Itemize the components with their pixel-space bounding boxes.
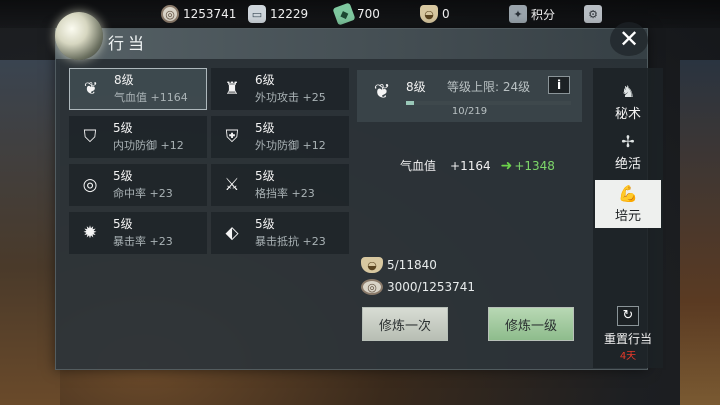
stat-level: 5级 xyxy=(255,121,275,135)
ingot-icon: ◒ xyxy=(420,5,438,23)
stat-level: 8级 xyxy=(114,73,134,87)
currency-bar: ◎ 1253741 ▭ 12229 ◆ 700 ◒ 0 ✦ 积分 ⚙ xyxy=(0,0,720,28)
side-tabs: ♞ 秘术 ✢ 绝活 💪 培元 ↻ 重置行当 4天 xyxy=(593,68,663,368)
jade-value: 700 xyxy=(357,7,380,21)
stat-cell-hp[interactable]: ❦ 8级 气血值 +1164 xyxy=(69,68,207,110)
tab-label: 绝活 xyxy=(614,156,641,172)
stat-cell-int-defense[interactable]: ⛉ 5级 内功防御 +12 xyxy=(69,116,207,158)
close-button[interactable]: ✕ xyxy=(610,22,648,56)
progress-bar xyxy=(406,101,571,105)
moon-emblem-icon xyxy=(55,12,103,60)
reset-profession-button[interactable]: ↻ 重置行当 4天 xyxy=(593,306,663,362)
reset-label: 重置行当 xyxy=(603,332,652,346)
target-icon: ◎ xyxy=(82,175,98,195)
silver-icon: ▭ xyxy=(248,5,266,23)
stat-value: 格挡率 +23 xyxy=(255,187,315,200)
progress-text: 10/219 xyxy=(451,106,488,117)
score-button[interactable]: ✦ 积分 xyxy=(509,4,555,24)
reset-days: 4天 xyxy=(619,351,637,362)
settings-button[interactable]: ⚙ xyxy=(584,4,606,24)
stat-cell-crit-rate[interactable]: ✹ 5级 暴击率 +23 xyxy=(69,212,207,254)
coins-value: 1253741 xyxy=(183,7,237,21)
tab-secret-arts[interactable]: ♞ 秘术 xyxy=(595,78,661,126)
stat-level: 5级 xyxy=(113,217,133,231)
background-right xyxy=(680,60,720,405)
coin-icon: ◎ xyxy=(361,279,383,295)
sword-tower-icon: ♜ xyxy=(224,79,240,99)
heart-lotus-icon: ❦ xyxy=(83,79,99,99)
refresh-icon: ↻ xyxy=(617,306,639,326)
silver-value: 12229 xyxy=(270,7,309,21)
coins-counter: ◎ 1253741 xyxy=(161,4,236,24)
ingot-value: 0 xyxy=(442,7,450,21)
train-once-button[interactable]: 修炼一次 xyxy=(362,307,448,341)
detail-header: ❦ 8级 等级上限: 24级 i 10/219 xyxy=(357,70,582,122)
stat-value: 暴击率 +23 xyxy=(113,235,173,248)
tab-cultivate[interactable]: 💪 培元 xyxy=(595,180,661,228)
stat-level: 5级 xyxy=(255,169,275,183)
cost-ingot-value: 5/11840 xyxy=(387,258,437,272)
panel-title: 行当 xyxy=(108,34,149,53)
broken-shield-icon: ⬖ xyxy=(225,223,239,243)
gain-next: +1348 xyxy=(514,158,555,173)
score-label: 积分 xyxy=(531,7,556,22)
shield-icon: ⛉ xyxy=(83,127,97,147)
detail-level: 8级 xyxy=(406,80,426,94)
cost-ingot: ◒ 5/11840 xyxy=(361,256,437,274)
cost-coins-value: 3000/1253741 xyxy=(387,280,476,294)
gear-icon: ⚙ xyxy=(584,5,602,23)
jade-counter: ◆ 700 xyxy=(332,2,380,26)
stat-cell-crit-resist[interactable]: ⬖ 5级 暴击抵抗 +23 xyxy=(211,212,349,254)
stat-value: 外功防御 +12 xyxy=(255,139,326,152)
detail-level-cap: 等级上限: 24级 xyxy=(447,80,531,94)
ingot-counter: ◒ 0 xyxy=(420,4,450,24)
arrow-right-icon: ➜ xyxy=(500,157,513,174)
stat-cell-ext-defense[interactable]: ⛨ 5级 外功防御 +12 xyxy=(211,116,349,158)
ingot-icon: ◒ xyxy=(361,257,383,273)
stat-value: 暴击抵抗 +23 xyxy=(255,235,326,248)
stat-value: 气血值 +1164 xyxy=(114,91,188,104)
jade-icon: ◆ xyxy=(332,2,356,26)
crossed-swords-icon: ⚔ xyxy=(224,175,240,195)
score-icon: ✦ xyxy=(509,5,527,23)
burst-icon: ✹ xyxy=(82,223,98,243)
progress-fill xyxy=(406,101,414,105)
coin-icon: ◎ xyxy=(161,5,179,23)
stat-cell-ext-attack[interactable]: ♜ 6级 外功攻击 +25 xyxy=(211,68,349,110)
gain-stat-name: 气血值 xyxy=(400,159,437,173)
tab-special-skills[interactable]: ✢ 绝活 xyxy=(595,128,661,176)
background-left xyxy=(0,60,60,405)
armor-icon: ⛨ xyxy=(225,127,239,147)
scroll-icon: ♞ xyxy=(620,81,636,101)
gain-current: +1164 xyxy=(450,158,491,173)
tab-label: 培元 xyxy=(614,208,641,224)
silver-counter: ▭ 12229 xyxy=(248,4,308,24)
muscle-icon: 💪 xyxy=(618,183,638,203)
info-button[interactable]: i xyxy=(548,76,570,94)
train-level-button[interactable]: 修炼一级 xyxy=(488,307,574,341)
stat-level: 6级 xyxy=(255,73,275,87)
stat-level: 5级 xyxy=(113,169,133,183)
stat-cell-block-rate[interactable]: ⚔ 5级 格挡率 +23 xyxy=(211,164,349,206)
stat-cell-hit-rate[interactable]: ◎ 5级 命中率 +23 xyxy=(69,164,207,206)
stat-value: 命中率 +23 xyxy=(113,187,173,200)
heart-lotus-icon: ❦ xyxy=(373,79,391,103)
tab-label: 秘术 xyxy=(614,106,641,122)
stat-level: 5级 xyxy=(255,217,275,231)
stat-value: 内功防御 +12 xyxy=(113,139,184,152)
stat-level: 5级 xyxy=(113,121,133,135)
cost-coins: ◎ 3000/1253741 xyxy=(361,278,475,296)
close-icon: ✕ xyxy=(618,25,640,53)
stat-value: 外功攻击 +25 xyxy=(255,91,326,104)
stat-gain: 气血值 +1164 ➜ +1348 xyxy=(400,157,555,174)
crossbow-icon: ✢ xyxy=(621,131,635,151)
